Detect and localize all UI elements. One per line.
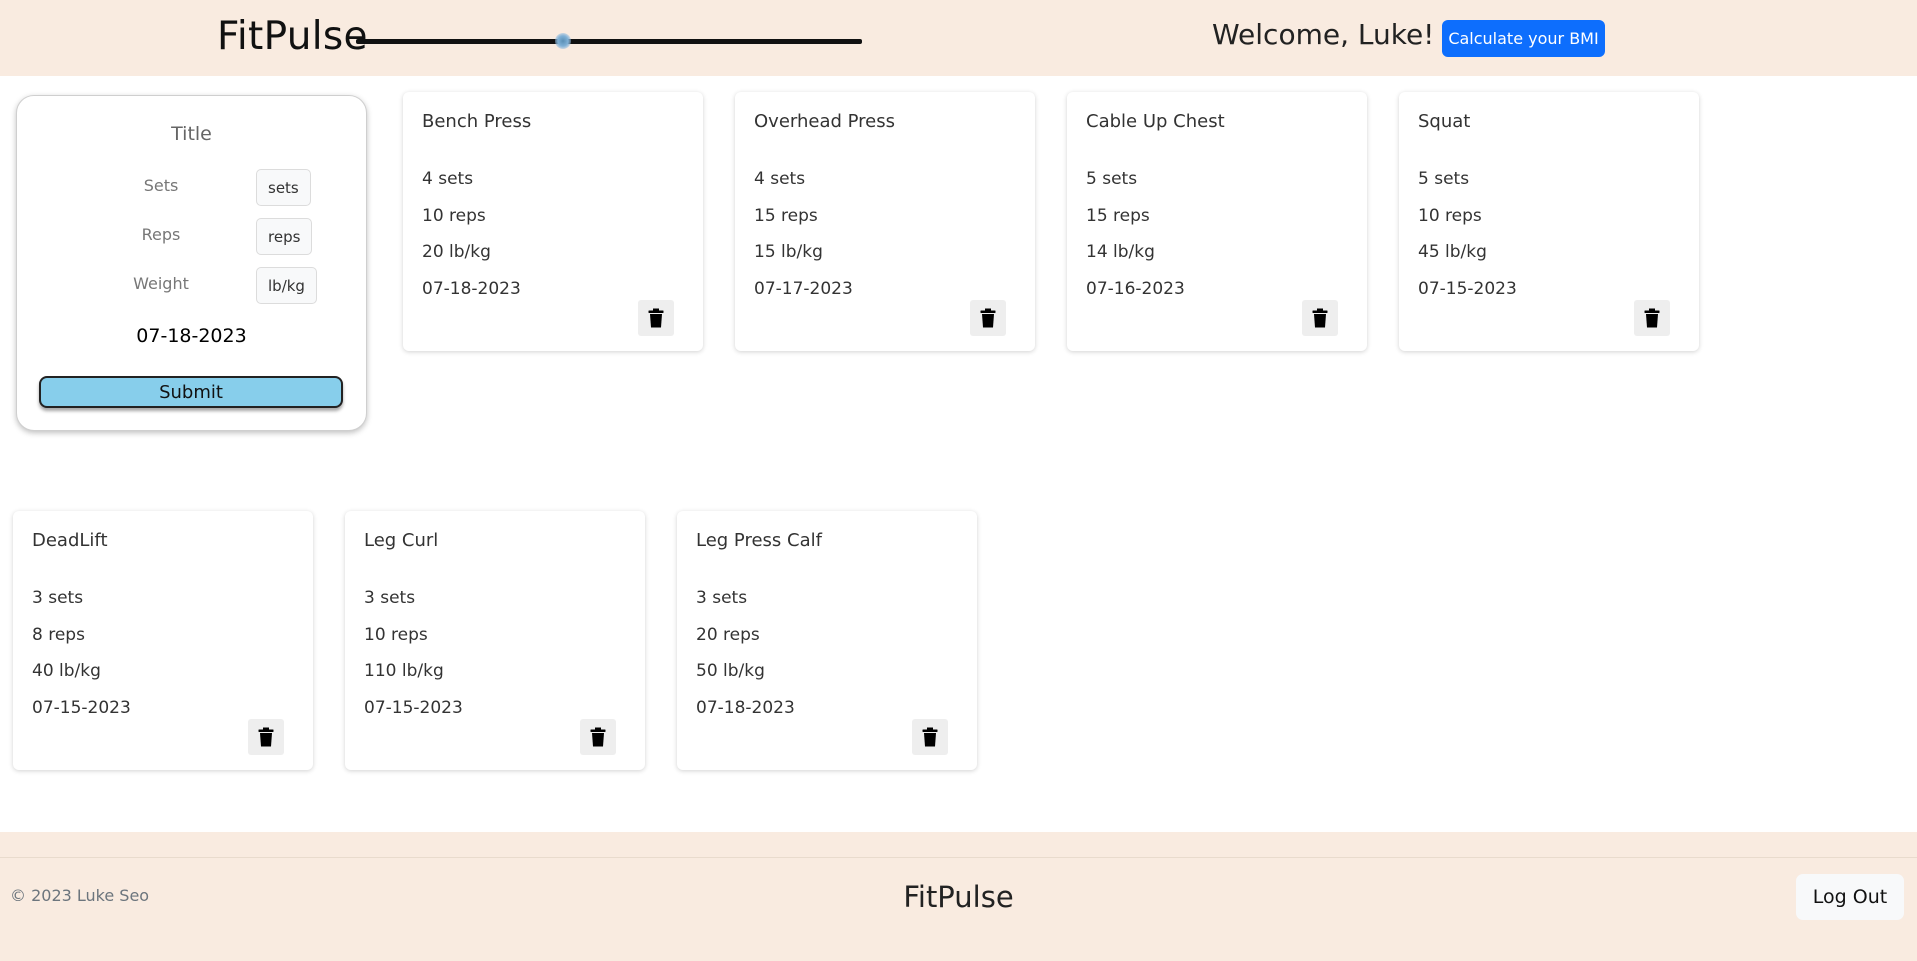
workout-date: 07-18-2023 [422,279,521,299]
workout-title: Leg Curl [364,530,439,551]
workout-card: DeadLift 3 sets 8 reps 40 lb/kg 07-15-2023 [13,511,313,770]
workout-weight: 110 lb/kg [364,661,444,681]
sets-input[interactable]: sets [256,169,311,206]
workout-date: 07-15-2023 [32,698,131,718]
workout-weight: 45 lb/kg [1418,242,1487,262]
delete-workout-button[interactable] [580,719,616,755]
trash-icon [648,308,664,328]
trash-icon [980,308,996,328]
weight-input[interactable]: lb/kg [256,267,317,304]
workout-sets: 3 sets [364,588,416,608]
workout-card: Leg Press Calf 3 sets 20 reps 50 lb/kg 07-18… [677,511,977,770]
workout-weight: 40 lb/kg [32,661,101,681]
delete-workout-button[interactable] [638,300,674,336]
workout-card: Bench Press 4 sets 10 reps 20 lb/kg 07-18-20… [403,92,703,351]
footer-brand: FitPulse [903,880,1014,914]
trash-icon [590,727,606,747]
footer: © 2023 Luke Seo FitPulse Log Out [0,832,1917,961]
workout-card: Leg Curl 3 sets 10 reps 110 lb/kg 07-15-2023 [345,511,645,770]
theme-slider[interactable] [356,33,862,49]
workout-reps: 10 reps [1418,206,1482,226]
submit-button[interactable]: Submit [39,376,343,408]
workout-date: 07-18-2023 [696,698,795,718]
workout-date: 07-15-2023 [1418,279,1517,299]
workout-reps: 8 reps [32,625,85,645]
logout-button[interactable]: Log Out [1796,874,1904,920]
workout-weight: 15 lb/kg [754,242,823,262]
workout-title: DeadLift [32,530,108,551]
workout-weight: 50 lb/kg [696,661,765,681]
welcome-message: Welcome, Luke! [1212,18,1435,51]
workout-title: Leg Press Calf [696,530,822,551]
weight-label: Weight [133,274,189,293]
brand-logo[interactable]: FitPulse [217,14,368,59]
delete-workout-button[interactable] [248,719,284,755]
workout-title: Cable Up Chest [1086,111,1225,132]
delete-workout-button[interactable] [1634,300,1670,336]
workout-date: 07-15-2023 [364,698,463,718]
workout-weight: 14 lb/kg [1086,242,1155,262]
workout-reps: 20 reps [696,625,760,645]
workout-reps: 15 reps [1086,206,1150,226]
delete-workout-button[interactable] [912,719,948,755]
workout-sets: 4 sets [754,169,806,189]
sets-label: Sets [143,176,179,195]
workout-sets: 4 sets [422,169,474,189]
workout-card: Overhead Press 4 sets 15 reps 15 lb/kg 07-17… [735,92,1035,351]
workout-sets: 5 sets [1086,169,1138,189]
workout-card: Cable Up Chest 5 sets 15 reps 14 lb/kg 07-16… [1067,92,1367,351]
date-picker[interactable]: 07-18-2023 [17,325,366,347]
reps-input[interactable]: reps [256,218,313,255]
footer-divider [0,857,1917,858]
delete-workout-button[interactable] [1302,300,1338,336]
workout-reps: 10 reps [422,206,486,226]
workout-weight: 20 lb/kg [422,242,491,262]
trash-icon [922,727,938,747]
workout-reps: 10 reps [364,625,428,645]
workout-sets: 3 sets [696,588,748,608]
workout-date: 07-17-2023 [754,279,853,299]
workout-sets: 3 sets [32,588,84,608]
reps-label: Reps [141,225,181,244]
workout-title: Squat [1418,111,1471,132]
workout-title: Bench Press [422,111,532,132]
delete-workout-button[interactable] [970,300,1006,336]
calculate-bmi-button[interactable]: Calculate your BMI [1442,20,1605,57]
workout-sets: 5 sets [1418,169,1470,189]
title-input[interactable]: Title [17,123,366,145]
trash-icon [1312,308,1328,328]
workout-reps: 15 reps [754,206,818,226]
trash-icon [258,727,274,747]
top-navbar: FitPulse Welcome, Luke! Calculate your B… [0,0,1917,76]
workout-title: Overhead Press [754,111,896,132]
add-workout-form: Title Sets sets Reps reps Weight lb/kg 0… [16,95,367,431]
workout-date: 07-16-2023 [1086,279,1185,299]
slider-handle[interactable] [555,33,572,49]
trash-icon [1644,308,1660,328]
workout-card: Squat 5 sets 10 reps 45 lb/kg 07-15-2023 [1399,92,1699,351]
